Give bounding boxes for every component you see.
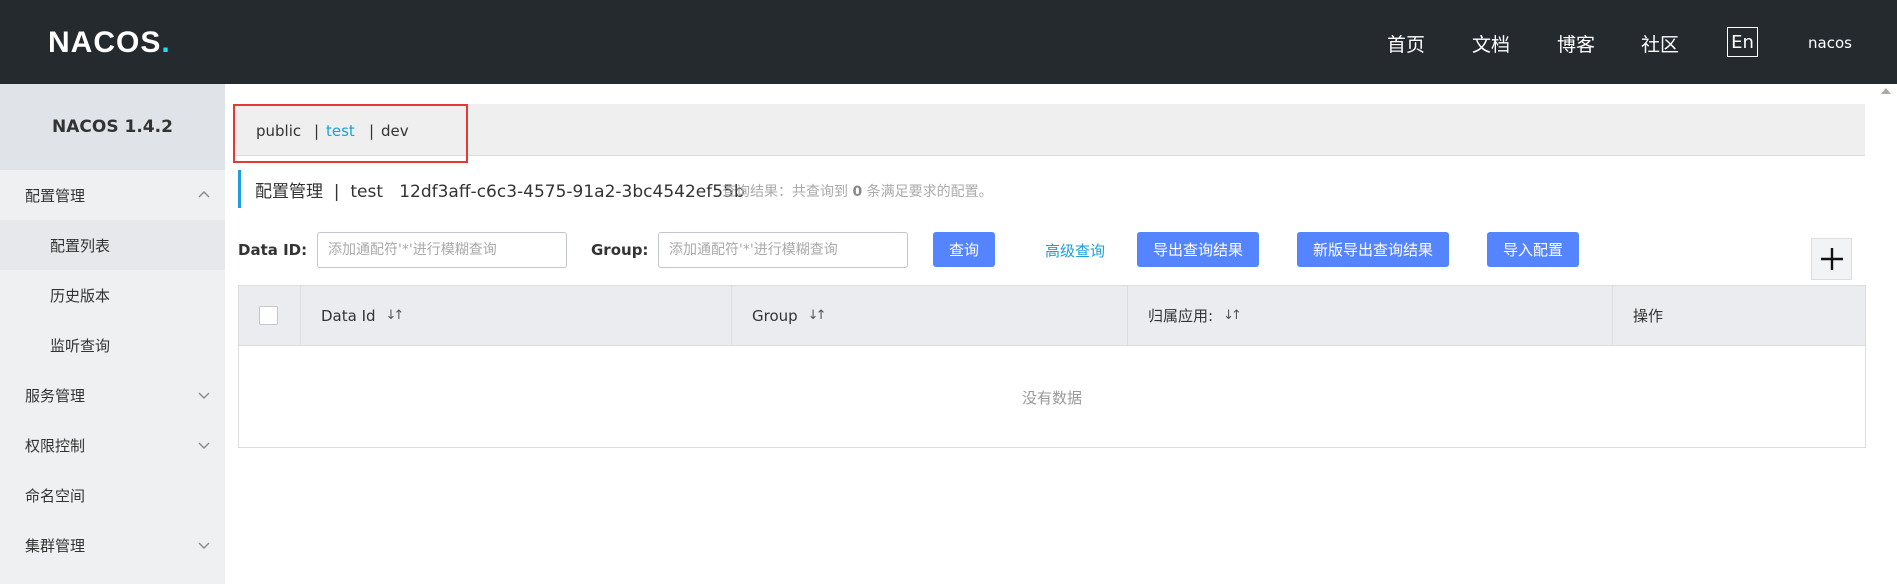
nav-docs[interactable]: 文档: [1472, 30, 1510, 57]
sidebar-group-config[interactable]: 配置管理: [0, 170, 225, 220]
import-config-button[interactable]: 导入配置: [1487, 232, 1579, 267]
top-nav-bar: NACOS. 首页 文档 博客 社区 En nacos: [0, 0, 1897, 84]
language-toggle-button[interactable]: En: [1727, 27, 1758, 57]
highlight-box: [233, 104, 468, 163]
logo-text: NACOS: [48, 26, 162, 59]
page-title: 配置管理 | test 12df3aff-c6c3-4575-91a2-3bc4…: [255, 181, 745, 202]
sidebar-group-service[interactable]: 服务管理: [0, 370, 225, 420]
nav-blog[interactable]: 博客: [1557, 30, 1595, 57]
chevron-down-icon: [198, 542, 210, 549]
sidebar-group-label: 配置管理: [25, 186, 86, 205]
column-header-data-id[interactable]: Data Id ↓↑: [300, 286, 731, 345]
namespace-bar: [233, 104, 1865, 156]
chevron-down-icon: [198, 392, 210, 399]
nav-community[interactable]: 社区: [1641, 30, 1679, 57]
select-all-cell: [239, 286, 300, 345]
empty-state: 没有数据: [1021, 388, 1082, 407]
data-id-label: Data ID:: [238, 241, 308, 259]
nacos-logo[interactable]: NACOS.: [48, 26, 171, 60]
chevron-down-icon: [198, 442, 210, 449]
version-label: NACOS 1.4.2: [0, 84, 225, 170]
export-results-button[interactable]: 导出查询结果: [1137, 232, 1259, 267]
page-title-bar: 配置管理 | test 12df3aff-c6c3-4575-91a2-3bc4…: [238, 170, 745, 208]
sidebar-group-namespace[interactable]: 命名空间: [0, 470, 225, 520]
column-label: 归属应用:: [1148, 307, 1214, 325]
logo-dot: .: [161, 26, 171, 59]
sidebar-group-label: 权限控制: [25, 436, 86, 455]
plus-icon: [1820, 248, 1843, 270]
scrollbar-up-arrow[interactable]: [1881, 88, 1891, 94]
sort-icon[interactable]: ↓↑: [808, 308, 827, 323]
nav-home[interactable]: 首页: [1387, 30, 1425, 57]
group-input[interactable]: [658, 232, 908, 268]
sidebar-group-cluster[interactable]: 集群管理: [0, 520, 225, 570]
column-header-actions: 操作: [1612, 286, 1865, 345]
column-header-group[interactable]: Group ↓↑: [731, 286, 1127, 345]
export-new-button[interactable]: 新版导出查询结果: [1297, 232, 1449, 267]
sidebar-group-label: 集群管理: [25, 536, 86, 555]
sidebar-item-listener[interactable]: 监听查询: [0, 320, 225, 370]
sidebar-group-auth[interactable]: 权限控制: [0, 420, 225, 470]
sidebar-item-label: 配置列表: [50, 236, 111, 255]
column-label: 操作: [1633, 307, 1664, 325]
query-result-hint: 查询结果：共查询到 0 条满足要求的配置。: [722, 181, 993, 201]
user-name[interactable]: nacos: [1808, 34, 1852, 52]
column-label: Data Id: [321, 306, 376, 325]
result-count: 0: [852, 184, 863, 200]
data-id-input[interactable]: [317, 232, 567, 268]
sidebar-item-history[interactable]: 历史版本: [0, 270, 225, 320]
sidebar: NACOS 1.4.2 配置管理 配置列表 历史版本 监听查询 服务管理 权限控…: [0, 84, 225, 584]
chevron-up-icon: [198, 191, 210, 198]
select-all-checkbox[interactable]: [259, 306, 278, 325]
sidebar-group-label: 命名空间: [25, 486, 86, 505]
advanced-query-link[interactable]: 高级查询: [1045, 240, 1105, 261]
column-header-app[interactable]: 归属应用: ↓↑: [1127, 286, 1612, 345]
sidebar-item-label: 监听查询: [50, 336, 111, 355]
add-config-button[interactable]: [1811, 238, 1852, 280]
group-label: Group:: [591, 241, 649, 259]
result-prefix: 查询结果：共查询到: [722, 184, 848, 200]
sort-icon[interactable]: ↓↑: [386, 308, 405, 323]
result-suffix: 条满足要求的配置。: [866, 184, 993, 200]
query-button[interactable]: 查询: [933, 232, 995, 267]
config-table: Data Id ↓↑ Group ↓↑ 归属应用: ↓↑ 操作 没有数据: [238, 285, 1866, 448]
sidebar-item-label: 历史版本: [50, 286, 111, 305]
column-label: Group: [752, 306, 798, 325]
sidebar-group-label: 服务管理: [25, 386, 86, 405]
sidebar-item-config-list[interactable]: 配置列表: [0, 220, 225, 270]
sort-icon[interactable]: ↓↑: [1223, 308, 1242, 323]
table-header: Data Id ↓↑ Group ↓↑ 归属应用: ↓↑ 操作: [239, 286, 1865, 346]
